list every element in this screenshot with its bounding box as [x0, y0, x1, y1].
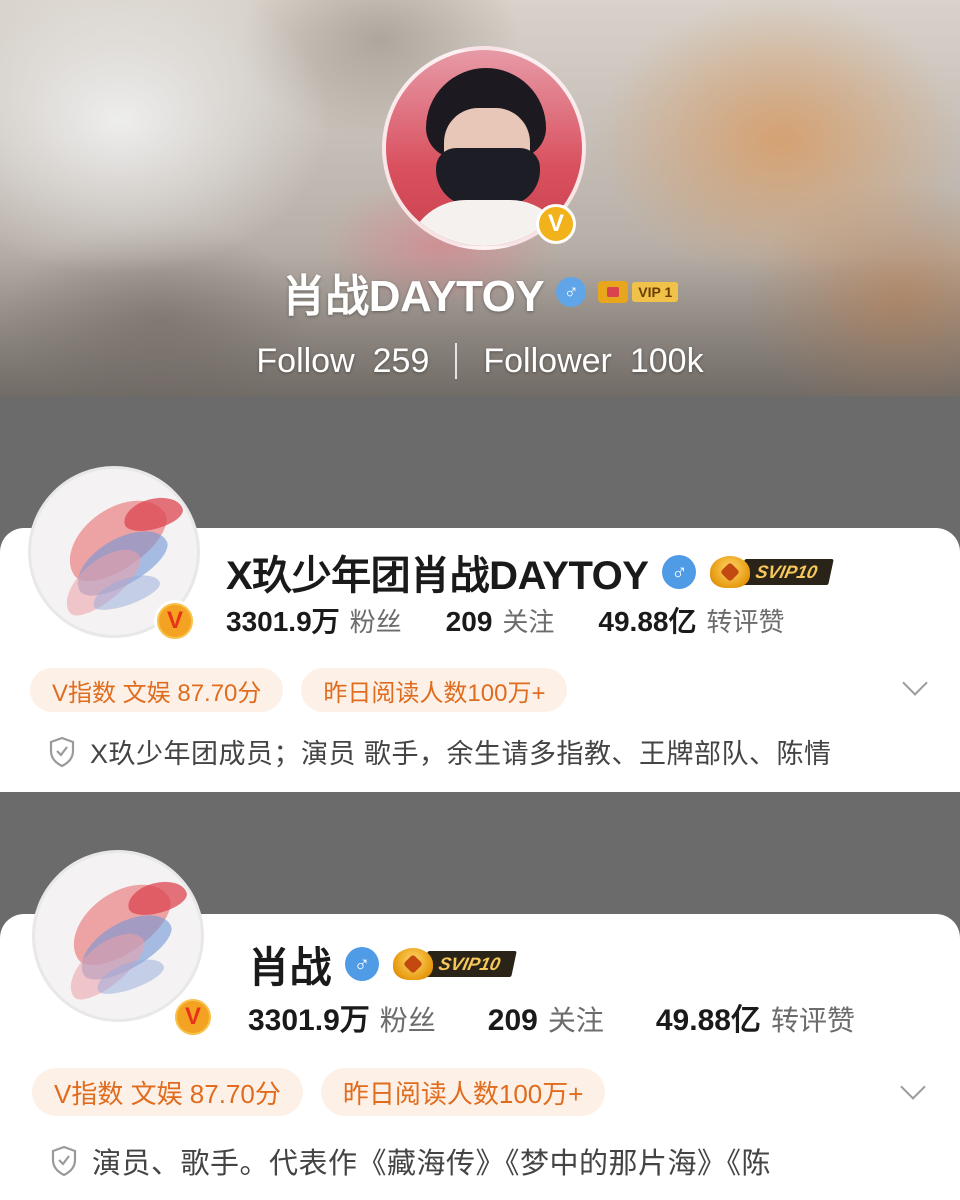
- bio-text: X玖少年团成员；演员 歌手，余生请多指教、王牌部队、陈情: [90, 739, 832, 769]
- shield-icon: [49, 736, 75, 767]
- fans-stat[interactable]: 3301.9万 粉丝: [226, 600, 402, 640]
- stat-label: 粉丝: [349, 607, 402, 637]
- readers-tag[interactable]: 昨日阅读人数100万+: [320, 1068, 606, 1116]
- tags-row: V指数 文娱 87.70分 昨日阅读人数100万+: [32, 1068, 606, 1116]
- svip-badge[interactable]: SVIP10: [710, 556, 835, 588]
- verified-badge-icon: V: [536, 204, 576, 244]
- stat-label: 关注: [547, 1005, 604, 1036]
- follower-count: 100k: [629, 341, 704, 380]
- profile-name: X玖少年团肖战DAYTOY: [226, 554, 649, 598]
- avatar[interactable]: [32, 850, 204, 1022]
- vip-badge[interactable]: VIP 1: [598, 281, 679, 303]
- vip-label: VIP 1: [632, 282, 679, 302]
- male-icon: ♂: [345, 947, 380, 981]
- shield-icon: [51, 1145, 77, 1177]
- bio-text: 演员、歌手。代表作《藏海传》《梦中的那片海》《陈: [92, 1148, 772, 1180]
- profile-stats: 3301.9万 粉丝 209 关注 49.88亿 转评赞: [248, 995, 855, 1039]
- stat-value: 209: [445, 606, 493, 637]
- follow-label: Follow: [256, 341, 355, 380]
- profile-name-row: 肖战 ♂ SVIP10: [248, 934, 517, 994]
- fans-stat[interactable]: 3301.9万 粉丝: [248, 995, 436, 1039]
- v-index-tag[interactable]: V指数 文娱 87.70分: [30, 668, 284, 712]
- stat-value: 3301.9万: [226, 606, 340, 637]
- svip-badge[interactable]: SVIP10: [393, 948, 517, 980]
- crown-icon: [598, 281, 629, 303]
- avatar-mask: [436, 148, 540, 206]
- follower-stat[interactable]: Follower 100k: [483, 342, 703, 381]
- stat-value: 49.88亿: [598, 606, 697, 637]
- profile-name: 肖战: [248, 943, 332, 991]
- profile-header-old: V 肖战DAYTOY ♂ VIP 1 Follow 259 Follower 1…: [0, 0, 960, 396]
- follower-label: Follower: [483, 341, 612, 380]
- stat-value: 3301.9万: [248, 1004, 370, 1037]
- stat-label: 粉丝: [379, 1005, 436, 1036]
- interactions-stat[interactable]: 49.88亿 转评赞: [656, 995, 855, 1039]
- stat-value: 49.88亿: [655, 1004, 761, 1037]
- profile-stats: 3301.9万 粉丝 209 关注 49.88亿 转评赞: [226, 600, 785, 640]
- crown-icon: [393, 948, 434, 980]
- male-icon: ♂: [556, 277, 587, 307]
- stat-label: 转评赞: [770, 1005, 855, 1036]
- svip-label: SVIP10: [422, 951, 517, 977]
- follow-stats: Follow 259 Follower 100k: [0, 336, 960, 386]
- profile-name-row: X玖少年团肖战DAYTOY ♂ SVIP10: [226, 544, 835, 600]
- stat-value: 209: [487, 1004, 538, 1037]
- profile-name-row: 肖战DAYTOY ♂ VIP 1: [0, 262, 960, 322]
- v-index-tag[interactable]: V指数 文娱 87.70分: [32, 1068, 303, 1116]
- bio-row: 演员、歌手。代表作《藏海传》《梦中的那片海》《陈: [50, 1140, 771, 1182]
- readers-tag[interactable]: 昨日阅读人数100万+: [301, 668, 568, 712]
- svip-label: SVIP10: [739, 559, 835, 585]
- tags-row: V指数 文娱 87.70分 昨日阅读人数100万+: [30, 668, 568, 712]
- verified-badge-icon: V: [154, 600, 196, 642]
- follow-stat[interactable]: Follow 259: [256, 342, 429, 381]
- follow-count: 259: [372, 341, 430, 380]
- verified-badge-icon: V: [172, 996, 214, 1038]
- stat-label: 关注: [502, 607, 555, 637]
- male-icon: ♂: [662, 555, 697, 589]
- bio-row: X玖少年团成员；演员 歌手，余生请多指教、王牌部队、陈情: [48, 732, 832, 771]
- profile-name: 肖战DAYTOY: [281, 272, 545, 321]
- stat-label: 转评赞: [706, 607, 785, 637]
- following-stat[interactable]: 209 关注: [446, 602, 555, 639]
- stats-divider: [455, 343, 458, 379]
- crown-icon: [710, 556, 751, 588]
- interactions-stat[interactable]: 49.88亿 转评赞: [598, 600, 784, 640]
- following-stat[interactable]: 209 关注: [488, 999, 604, 1039]
